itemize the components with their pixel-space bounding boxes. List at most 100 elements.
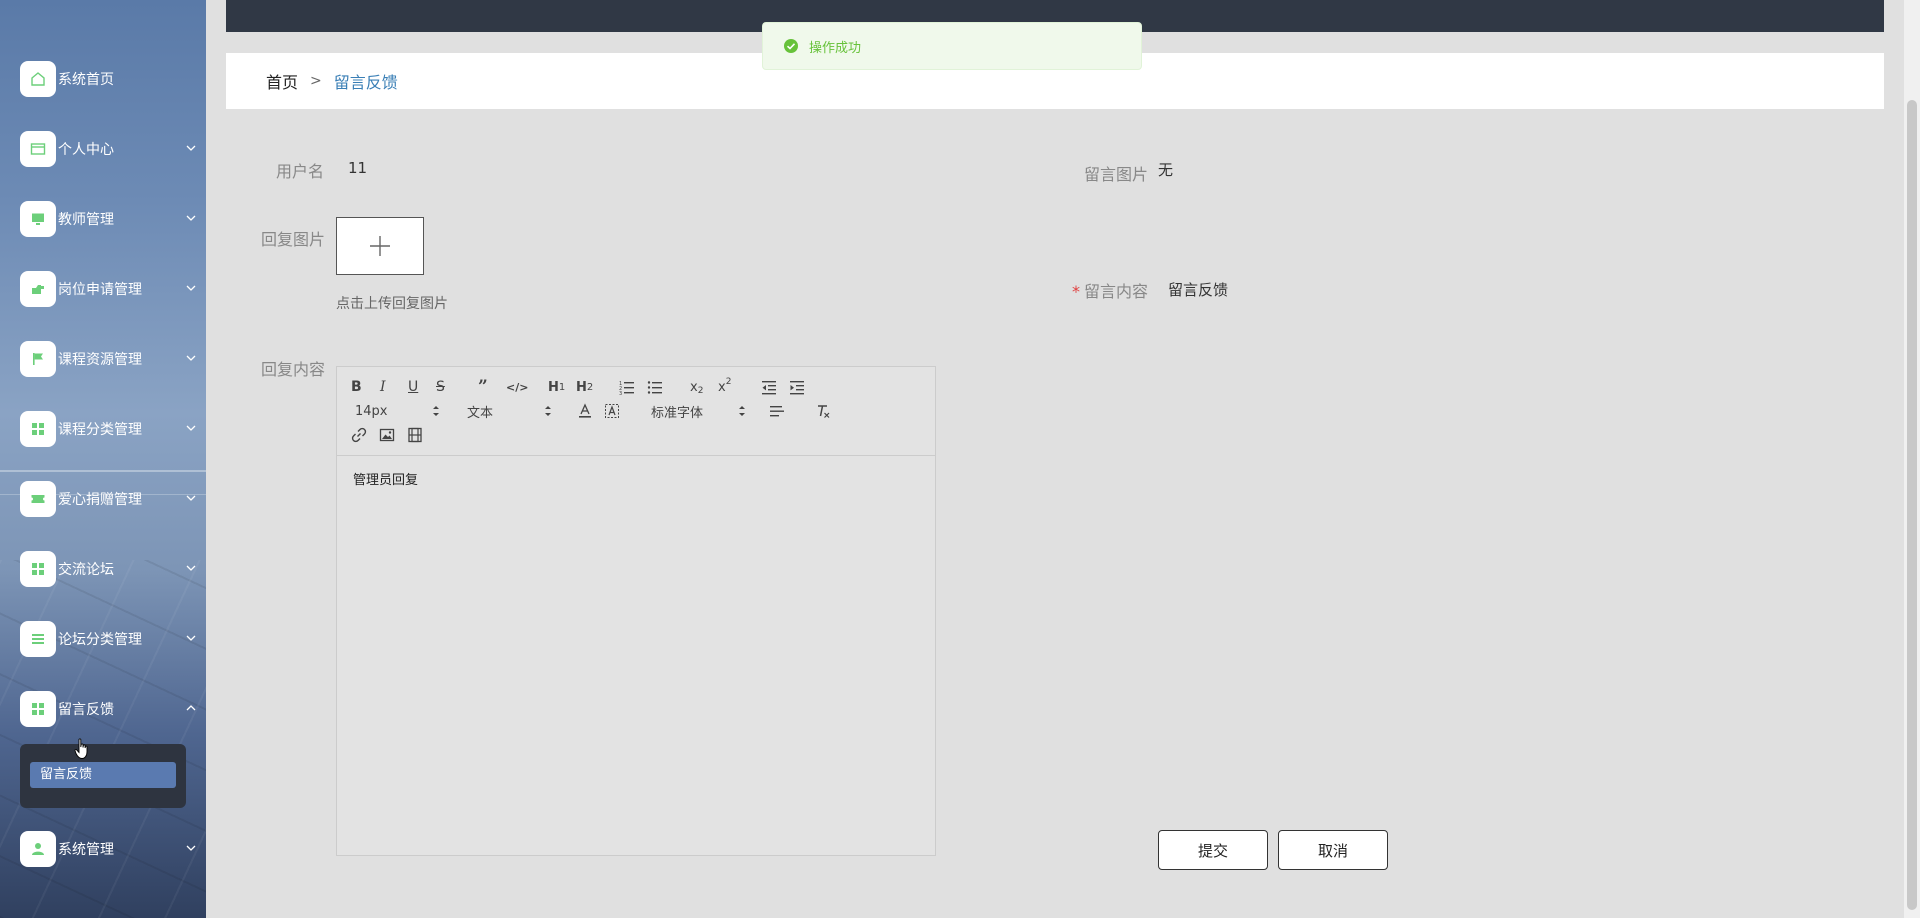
chevron-down-icon [186, 425, 196, 431]
nav-item-system[interactable]: 系统管理 [20, 831, 206, 867]
font-size-value: 14px [355, 403, 388, 419]
link-icon[interactable] [351, 426, 367, 444]
grid-icon [20, 551, 56, 587]
subscript-icon[interactable]: x2 [690, 378, 703, 397]
select-arrows-icon [433, 406, 439, 416]
font-size-select[interactable]: 14px [355, 402, 441, 420]
superscript-icon[interactable]: x2 [718, 377, 731, 396]
submit-button[interactable]: 提交 [1158, 830, 1268, 870]
svg-text:3: 3 [619, 391, 622, 395]
chevron-up-icon [186, 705, 196, 711]
nav-item-forum[interactable]: 交流论坛 [20, 551, 206, 587]
nav-label: 岗位申请管理 [58, 282, 142, 298]
font-color-icon[interactable] [577, 402, 593, 420]
message-image-value: 无 [1158, 161, 1174, 179]
username-label: 用户名 [276, 162, 325, 181]
outdent-icon[interactable] [761, 378, 777, 396]
nav-item-course-resources[interactable]: 课程资源管理 [20, 341, 206, 377]
nav-item-home[interactable]: 系统首页 [20, 61, 206, 97]
nav-label: 爱心捐赠管理 [58, 492, 142, 508]
nav-label: 教师管理 [58, 212, 114, 228]
blockquote-icon[interactable]: ” [478, 377, 488, 397]
select-arrows-icon [545, 406, 551, 416]
nav-item-personal-center[interactable]: 个人中心 [20, 131, 206, 167]
breadcrumb-separator: > [310, 73, 322, 89]
chevron-down-icon [186, 845, 196, 851]
hand-icon [20, 271, 56, 307]
sidebar: 系统首页 个人中心 教师管理 岗位申请管理 课程资源管理 课程分类管理 爱心捐赠… [0, 0, 206, 918]
chevron-down-icon [186, 145, 196, 151]
page-scrollbar[interactable] [1904, 0, 1920, 918]
message-image-label: 留言图片 [1084, 165, 1149, 184]
toast-message: 操作成功 [809, 40, 862, 56]
reply-content-label: 回复内容 [261, 360, 326, 379]
chevron-down-icon [186, 635, 196, 641]
font-family-value: 标准字体 [651, 405, 704, 421]
grid-icon [20, 691, 56, 727]
font-family-select[interactable]: 标准字体 [651, 402, 747, 421]
username-value: 11 [348, 159, 368, 177]
nav-label: 系统首页 [58, 72, 114, 88]
required-mark: * [1072, 282, 1080, 301]
ordered-list-icon[interactable]: 123 [619, 378, 635, 396]
nav-label: 课程资源管理 [58, 352, 142, 368]
video-icon[interactable] [407, 426, 423, 444]
reply-image-label: 回复图片 [261, 230, 326, 249]
bold-icon[interactable]: B [351, 378, 362, 396]
image-icon[interactable] [379, 426, 395, 444]
code-block-icon[interactable]: </> [506, 378, 528, 396]
hand-cursor-icon [74, 738, 88, 759]
clear-format-icon[interactable] [815, 402, 831, 420]
message-content-value: 留言反馈 [1168, 281, 1229, 299]
message-content-label: * 留言内容 [1072, 278, 1148, 302]
scrollbar-thumb[interactable] [1907, 100, 1917, 910]
message-content-label-text: 留言内容 [1084, 282, 1149, 301]
cancel-button[interactable]: 取消 [1278, 830, 1388, 870]
strikethrough-icon[interactable]: S [436, 378, 445, 396]
flag-icon [20, 341, 56, 377]
chevron-down-icon [186, 285, 196, 291]
chevron-down-icon [186, 355, 196, 361]
underline-icon[interactable]: U [408, 378, 418, 396]
rich-text-editor: B I U S ” </> H1 H2 123 x2 x2 14px 文本 标准… [336, 366, 936, 856]
submenu-item-feedback[interactable]: 留言反馈 [30, 762, 176, 788]
nav-label: 交流论坛 [58, 562, 114, 578]
nav-item-forum-category[interactable]: 论坛分类管理 [20, 621, 206, 657]
indent-icon[interactable] [789, 378, 805, 396]
nav-label: 论坛分类管理 [58, 632, 142, 648]
heading1-icon[interactable]: H1 [548, 378, 565, 396]
chevron-down-icon [186, 565, 196, 571]
header-select[interactable]: 文本 [467, 402, 553, 421]
align-icon[interactable] [769, 402, 785, 420]
nav-item-job-application[interactable]: 岗位申请管理 [20, 271, 206, 307]
breadcrumb-home[interactable]: 首页 [266, 69, 298, 93]
breadcrumb-current: 留言反馈 [333, 73, 398, 92]
grid-icon [20, 411, 56, 447]
user-icon [20, 831, 56, 867]
chevron-down-icon [186, 215, 196, 221]
header-value: 文本 [467, 405, 494, 421]
chevron-down-icon [186, 495, 196, 501]
nav-item-teacher[interactable]: 教师管理 [20, 201, 206, 237]
feedback-submenu: 留言反馈 [20, 744, 186, 808]
editor-toolbar: B I U S ” </> H1 H2 123 x2 x2 14px 文本 标准… [337, 367, 935, 456]
nav-item-feedback[interactable]: 留言反馈 [20, 691, 206, 727]
ticket-icon [20, 481, 56, 517]
home-icon [20, 61, 56, 97]
editor-content[interactable]: 管理员回复 [353, 469, 418, 488]
nav-label: 系统管理 [58, 842, 114, 858]
heading2-icon[interactable]: H2 [576, 378, 593, 396]
upload-tip: 点击上传回复图片 [336, 296, 448, 312]
nav-label: 课程分类管理 [58, 422, 142, 438]
plus-icon [370, 236, 390, 256]
list-icon [20, 621, 56, 657]
nav-item-donation[interactable]: 爱心捐赠管理 [20, 481, 206, 517]
italic-icon[interactable]: I [380, 378, 386, 396]
bullet-list-icon[interactable] [647, 378, 663, 396]
select-arrows-icon [739, 406, 745, 416]
upload-button[interactable] [336, 217, 424, 275]
nav-item-course-category[interactable]: 课程分类管理 [20, 411, 206, 447]
nav-label: 留言反馈 [58, 702, 114, 718]
background-color-icon[interactable] [604, 402, 620, 420]
monitor-icon [20, 201, 56, 237]
